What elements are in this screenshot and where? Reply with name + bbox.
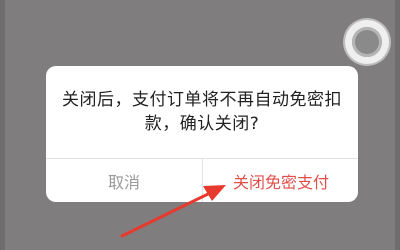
cancel-button[interactable]: 取消: [46, 159, 202, 202]
right-screen-edge: [395, 0, 400, 250]
dialog-message: 关闭后，支付订单将不再自动免密扣款，确认关闭?: [62, 90, 342, 134]
left-screen-edge: [0, 0, 5, 250]
assistive-touch-icon[interactable]: [345, 20, 389, 64]
close-password-free-payment-button[interactable]: 关闭免密支付: [203, 159, 358, 202]
assistive-touch-inner: [352, 27, 382, 57]
confirm-dialog: 关闭后，支付订单将不再自动免密扣款，确认关闭? 取消 关闭免密支付: [46, 66, 358, 202]
